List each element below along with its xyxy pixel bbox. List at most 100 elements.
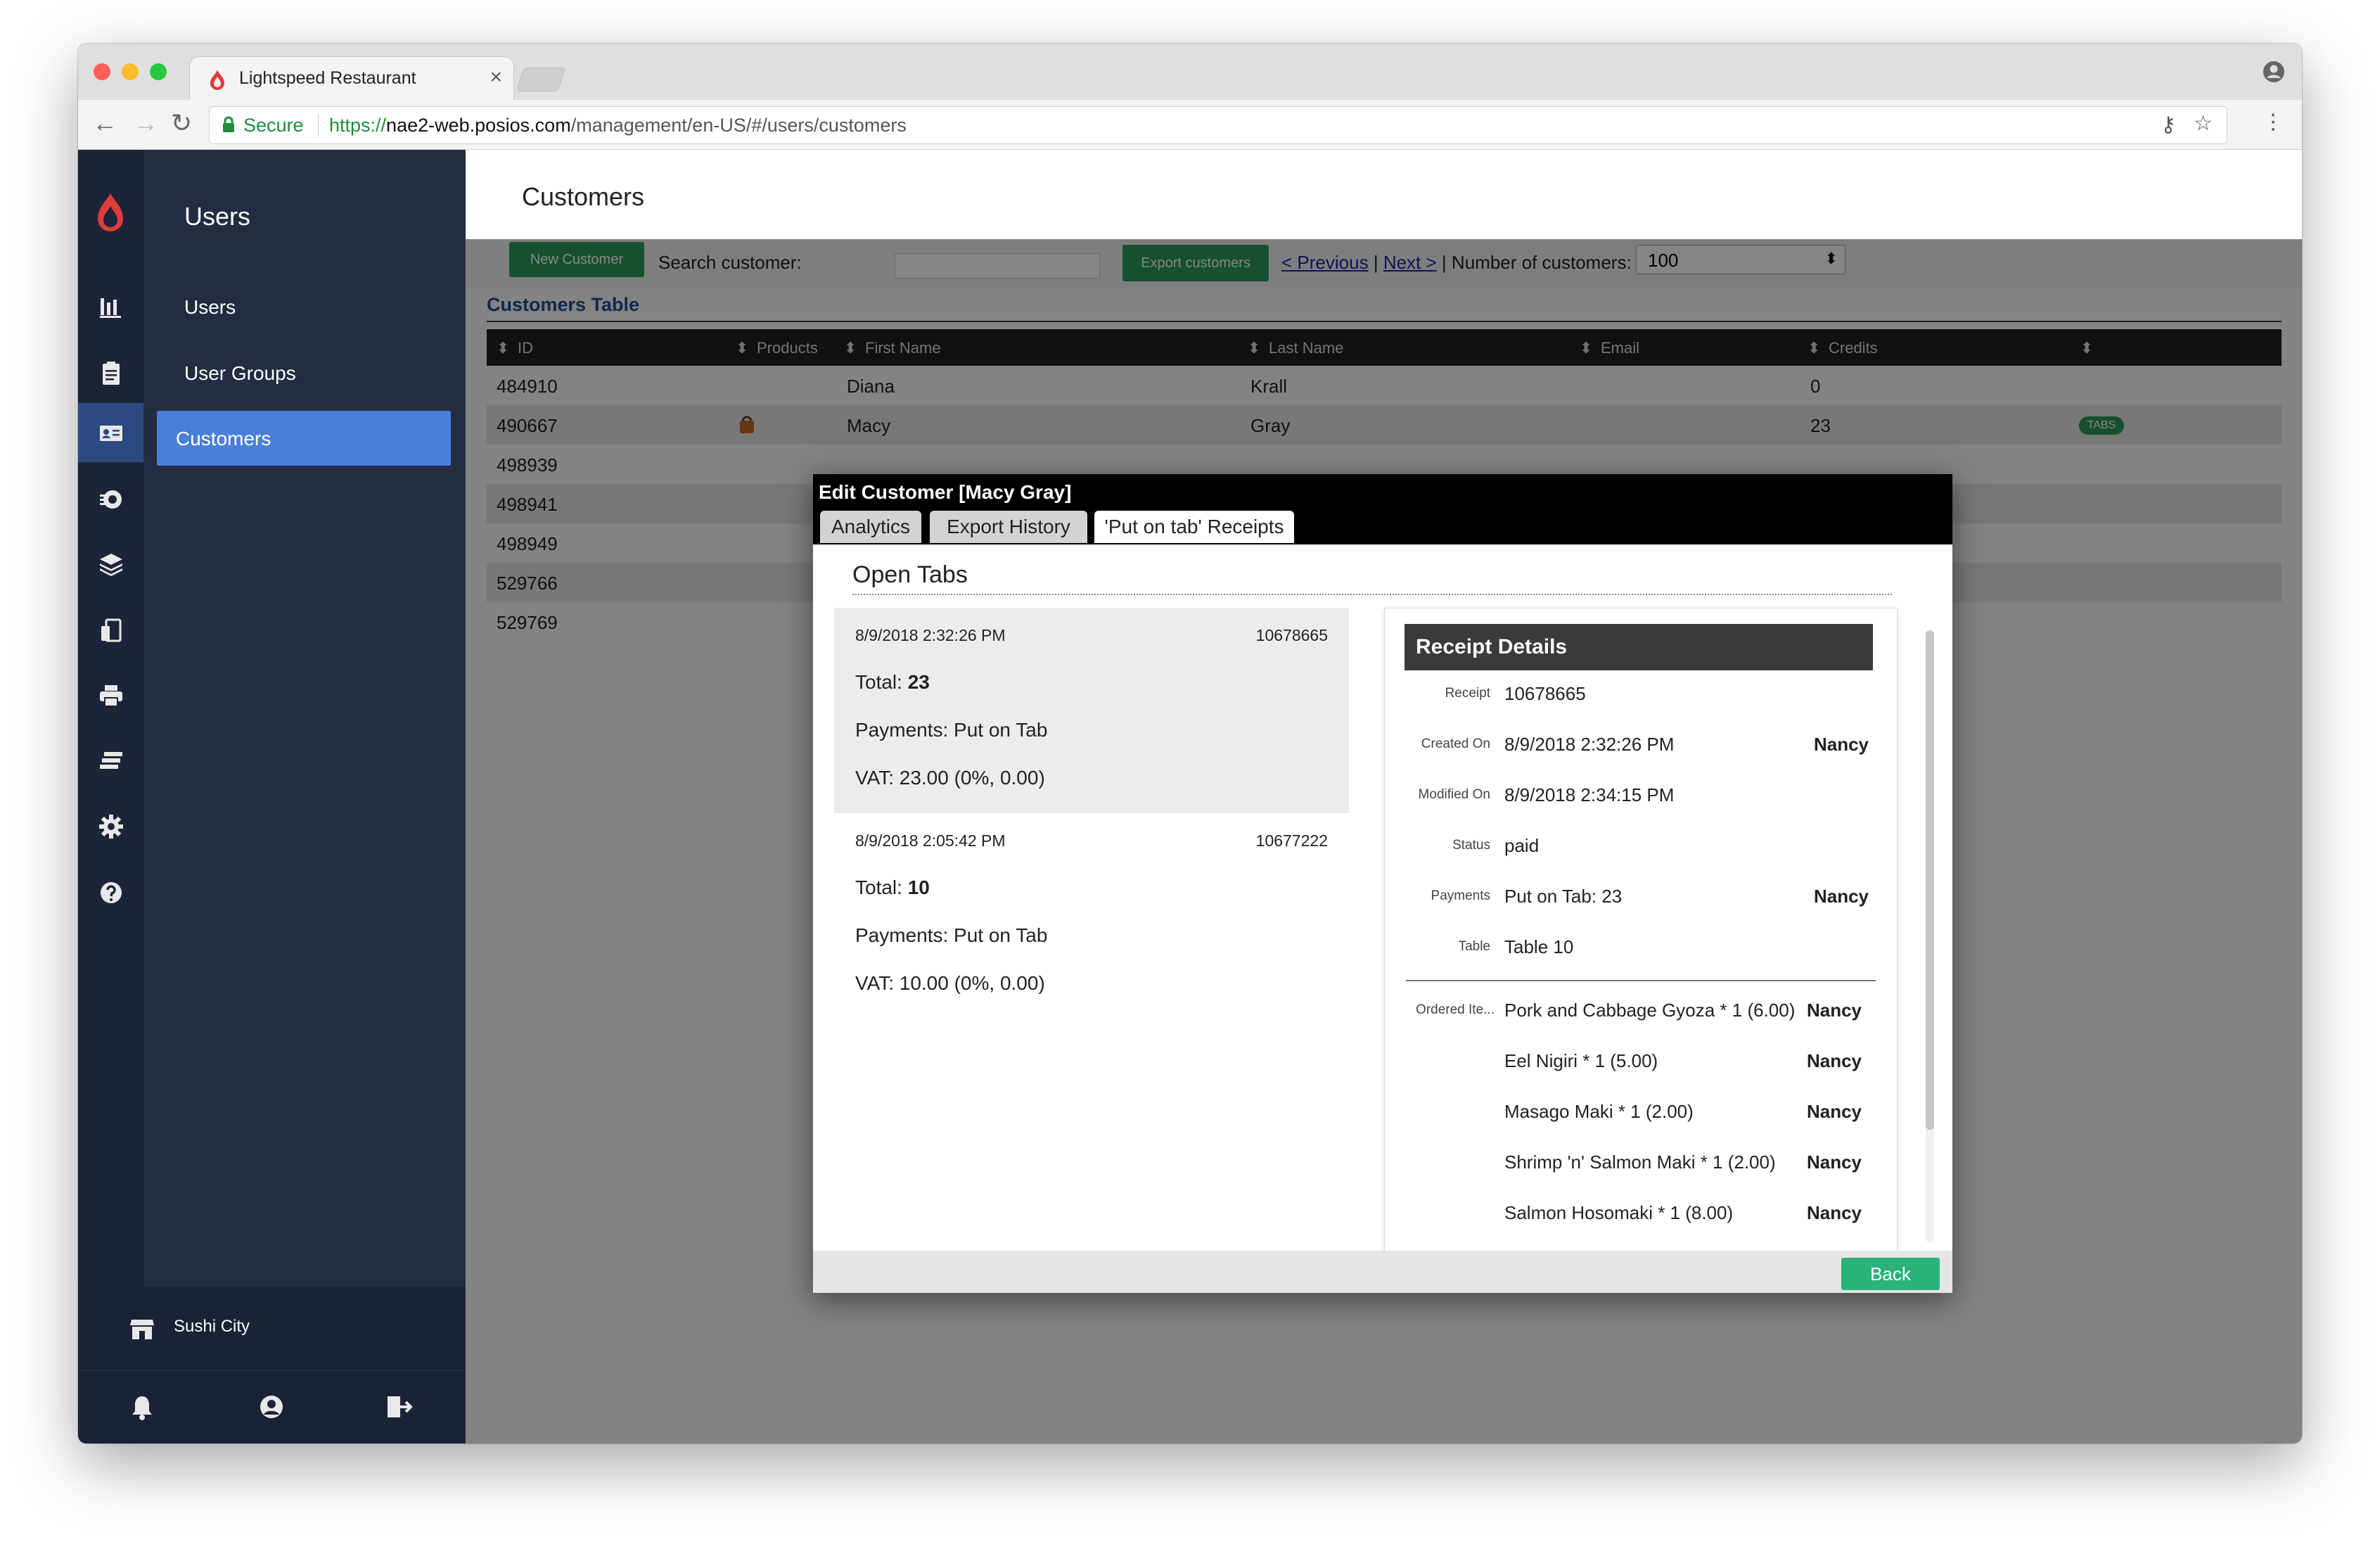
notifications-bell-icon[interactable] (129, 1394, 155, 1422)
ordered-item: Salmon Hosomaki * 1 (8.00) (1504, 1202, 1734, 1223)
lightspeed-logo-icon[interactable] (94, 192, 127, 238)
receipt-card[interactable]: 8/9/2018 2:05:42 PM 10677222 Total: 10 P… (834, 813, 1349, 1019)
url-path: /management/en-US/#/users/customers (570, 115, 907, 136)
detail-value-created-on: 8/9/2018 2:32:26 PM (1504, 734, 1675, 755)
ordered-item-user: Nancy (1806, 1000, 1862, 1021)
receipt-details-title: Receipt Details (1416, 635, 1568, 658)
reports-chart-icon[interactable] (98, 294, 124, 321)
detail-user-payments: Nancy (1813, 886, 1869, 907)
sidebar: Users Users User Groups Customers (143, 150, 466, 1443)
store-name: Sushi City (174, 1317, 250, 1336)
detail-value-table: Table 10 (1504, 936, 1574, 957)
profile-icon[interactable] (2263, 60, 2285, 83)
lock-icon (223, 116, 234, 132)
devices-icon[interactable] (98, 617, 124, 644)
maximize-window-button[interactable] (150, 63, 167, 80)
modal-body: Open Tabs 8/9/2018 2:32:26 PM 10678665 T… (813, 544, 1952, 1252)
printer-icon[interactable] (98, 682, 124, 709)
receipt-total-label: Total: (855, 876, 908, 898)
ordered-item: Eel Nigiri * 1 (5.00) (1504, 1050, 1658, 1071)
help-icon[interactable] (98, 879, 124, 906)
receipt-total-value: 23 (907, 671, 930, 693)
store-switcher[interactable]: Sushi City (78, 1287, 466, 1370)
receipt-details-header: Receipt Details (1405, 624, 1873, 670)
clipboard-icon[interactable] (98, 359, 124, 386)
edit-customer-modal: Edit Customer [Macy Gray] Analytics Expo… (813, 474, 1952, 1293)
layers-icon[interactable] (98, 551, 124, 578)
tab-title: Lightspeed Restaurant (239, 68, 416, 88)
details-divider (1406, 980, 1876, 981)
browser-menu-icon[interactable]: ⋮ (2263, 110, 2284, 134)
ordered-item-user: Nancy (1806, 1152, 1862, 1173)
modal-footer: Back (813, 1251, 1952, 1293)
back-arrow-icon[interactable]: ← (92, 108, 117, 138)
browser-tab[interactable]: Lightspeed Restaurant × (189, 56, 514, 101)
ordered-item: Pork and Cabbage Gyoza * 1 (6.00) (1504, 1000, 1796, 1021)
tab-put-on-tab-receipts[interactable]: 'Put on tab' Receipts (1094, 511, 1294, 543)
detail-label-ordered-items: Ordered Ite... (1416, 1002, 1495, 1017)
user-profile-icon[interactable] (258, 1394, 285, 1420)
url-text: https://nae2-web.posios.com/management/e… (329, 115, 907, 136)
key-icon[interactable]: ⚷ (2161, 113, 2176, 137)
detail-value-payments: Put on Tab: 23 (1504, 886, 1623, 907)
modal-header: Edit Customer [Macy Gray] Analytics Expo… (813, 474, 1952, 544)
receipt-date: 8/9/2018 2:05:42 PM (855, 831, 1006, 850)
detail-label-table: Table (1458, 939, 1490, 954)
main-area: Customers New Customer Search customer: … (466, 150, 2302, 1443)
modal-scrollbar[interactable] (1926, 630, 1934, 1242)
settings-gear-icon[interactable] (98, 813, 124, 840)
page-header: Customers (466, 150, 2302, 239)
app: Users Users User Groups Customers Sushi … (78, 150, 2302, 1443)
close-window-button[interactable] (94, 63, 110, 80)
receipt-date: 8/9/2018 2:32:26 PM (855, 626, 1006, 644)
receipt-number: 10678665 (1255, 626, 1328, 644)
ordered-item: Masago Maki * 1 (2.00) (1504, 1101, 1694, 1122)
detail-user-created-on: Nancy (1813, 734, 1869, 755)
bookmark-star-icon[interactable]: ☆ (2194, 111, 2213, 136)
detail-label-modified-on: Modified On (1418, 787, 1490, 802)
customer-card-icon[interactable] (98, 420, 124, 447)
receipt-total: Total: 10 (855, 876, 930, 899)
store-icon (130, 1320, 154, 1339)
url-host: nae2-web.posios.com (386, 115, 571, 136)
ordered-item-user: Nancy (1806, 1050, 1862, 1071)
open-tabs-heading: Open Tabs (852, 561, 968, 588)
detail-label-receipt: Receipt (1445, 686, 1490, 701)
open-tabs-rule (852, 594, 1893, 595)
payments-icon[interactable] (98, 748, 124, 774)
detail-label-payments: Payments (1431, 888, 1490, 903)
tab-close-icon[interactable]: × (490, 65, 502, 89)
receipt-card-selected[interactable]: 8/9/2018 2:32:26 PM 10678665 Total: 23 P… (834, 608, 1349, 813)
tab-export-history[interactable]: Export History (930, 511, 1087, 543)
receipt-total: Total: 23 (855, 671, 930, 694)
modal-title: Edit Customer [Macy Gray] (819, 481, 1072, 503)
detail-value-modified-on: 8/9/2018 2:34:15 PM (1504, 784, 1675, 805)
back-button[interactable]: Back (1841, 1258, 1940, 1290)
address-bar[interactable]: Secure https://nae2-web.posios.com/manag… (209, 106, 2227, 144)
lightspeed-favicon-icon (210, 70, 224, 90)
new-tab-button[interactable] (516, 68, 566, 91)
sidebar-footer (78, 1370, 466, 1443)
sidebar-item-customers-label: Customers (176, 428, 271, 449)
minimize-window-button[interactable] (122, 63, 139, 80)
forward-arrow-icon[interactable]: → (133, 108, 158, 138)
browser-tab-bar: Lightspeed Restaurant × (78, 44, 2302, 101)
sidebar-item-customers[interactable]: Customers (157, 411, 451, 466)
page-title: Customers (522, 182, 645, 211)
loyalty-icon[interactable] (98, 486, 124, 513)
sidebar-item-users[interactable]: Users (184, 296, 236, 319)
reload-icon[interactable]: ↻ (171, 108, 192, 138)
detail-value-receipt: 10678665 (1504, 683, 1586, 704)
sidebar-title: Users (184, 202, 251, 231)
receipt-details-panel: Receipt Details Receipt 10678665 Created… (1384, 608, 1898, 1252)
logout-icon[interactable] (385, 1394, 413, 1420)
tab-analytics[interactable]: Analytics (820, 511, 921, 543)
receipt-total-label: Total: (855, 671, 908, 693)
detail-label-status: Status (1452, 838, 1490, 853)
secure-label: Secure (243, 115, 304, 136)
modal-scrollbar-thumb[interactable] (1926, 630, 1934, 1130)
sidebar-item-user-groups[interactable]: User Groups (184, 362, 296, 385)
address-separator (318, 114, 319, 136)
receipt-vat: VAT: 23.00 (0%, 0.00) (855, 767, 1045, 789)
browser-toolbar: ← → ↻ Secure https://nae2-web.posios.com… (78, 100, 2302, 150)
